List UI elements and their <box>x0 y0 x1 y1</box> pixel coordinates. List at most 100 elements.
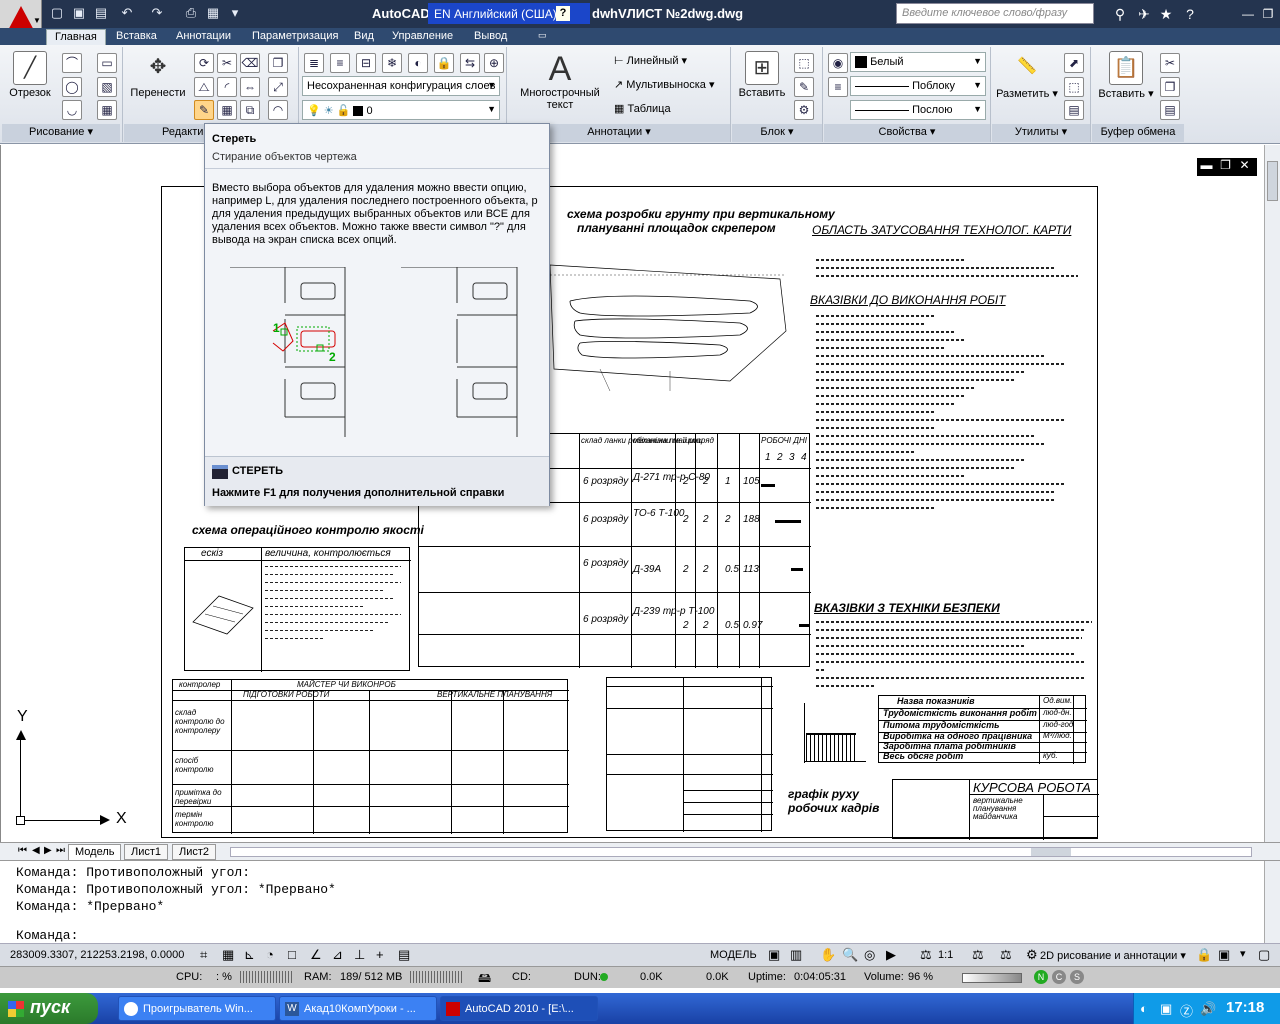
layer-properties-icon[interactable]: ≣ <box>304 53 324 73</box>
cut-icon[interactable]: ✂ <box>1160 53 1180 73</box>
communication-center-icon[interactable]: ✈ <box>1134 4 1154 24</box>
edit-block-icon[interactable]: ✎ <box>794 77 814 97</box>
rectangle-icon[interactable]: ▭ <box>97 53 117 73</box>
last-layout-icon[interactable]: ⏭ <box>56 845 65 856</box>
plot-icon[interactable]: ⎙ <box>182 4 200 22</box>
paste-button[interactable]: 📋 Вставить ▾ <box>1096 51 1156 100</box>
help-icon[interactable]: ? <box>1180 4 1200 24</box>
multiline-text-button[interactable]: A Многострочный текст <box>512 51 608 111</box>
multileader-button[interactable]: ↗ Мультивыноска ▾ <box>614 78 715 91</box>
workspace-dropdown[interactable]: 2D рисование и аннотации ▾ <box>1040 949 1186 962</box>
hardware-accel-icon[interactable]: ▣ <box>1218 947 1230 963</box>
insert-block-button[interactable]: ⊞ Вставить <box>734 51 790 99</box>
tab-view[interactable]: Вид <box>346 29 382 45</box>
block-panel-footer[interactable]: Блок ▾ <box>732 124 822 142</box>
first-layout-icon[interactable]: ⏮ <box>18 845 27 856</box>
select-all-icon[interactable]: ⬚ <box>1064 77 1084 97</box>
layer-state-icon[interactable]: ≡ <box>330 53 350 73</box>
tab-parametric[interactable]: Параметризация <box>244 29 346 45</box>
volume-slider[interactable] <box>962 973 1022 983</box>
offset-icon[interactable]: ⧉ <box>240 100 260 120</box>
layer-lock-icon[interactable]: 🔒 <box>434 53 454 73</box>
draw-panel-footer[interactable]: Рисование ▾ <box>2 124 120 142</box>
linear-dimension-button[interactable]: ⊢ Линейный ▾ <box>614 54 687 67</box>
minimize-icon[interactable]: — <box>1238 4 1258 24</box>
arc-icon[interactable]: ◡ <box>62 100 82 120</box>
customize-qat-icon[interactable]: ▾ <box>226 4 244 22</box>
rotate-icon[interactable]: ⟳ <box>194 53 214 73</box>
region-icon[interactable]: ▦ <box>97 100 117 120</box>
lock-ui-icon[interactable]: 🔒 <box>1196 947 1212 963</box>
calculator-icon[interactable]: ▤ <box>1064 100 1084 120</box>
quick-view-drawings-icon[interactable]: ▥ <box>790 947 802 963</box>
new-file-icon[interactable]: ▢ <box>48 4 66 22</box>
workspace-icon[interactable]: ⚙ <box>1026 947 1038 963</box>
layer-state-dropdown[interactable]: Несохраненная конфигурация слоев ▼ <box>302 76 500 96</box>
annotation-scale-icon[interactable]: ⚖ <box>920 947 932 963</box>
prev-layout-icon[interactable]: ◀ <box>32 845 40 856</box>
tab-output[interactable]: Вывод <box>466 29 515 45</box>
tab-model[interactable]: Модель <box>68 844 122 860</box>
layer-isolate-icon[interactable]: ⊟ <box>356 53 376 73</box>
line-button[interactable]: ╱ Отрезок <box>6 51 54 99</box>
annotation-scale[interactable]: 1:1 <box>938 949 953 961</box>
array-icon[interactable]: ▦ <box>217 100 237 120</box>
steering-wheel-icon[interactable]: ◎ <box>864 947 875 963</box>
scale-icon[interactable]: ⤢ <box>268 77 288 97</box>
showmotion-icon[interactable]: ▶ <box>886 947 896 963</box>
task-word[interactable]: W Акад10КомпУроки - ... <box>279 996 437 1021</box>
print-icon[interactable]: ▦ <box>204 4 222 22</box>
vertical-scrollbar[interactable] <box>1264 145 1280 842</box>
qp-icon[interactable]: ▤ <box>398 947 410 963</box>
restore-icon[interactable]: ❐ <box>1258 4 1278 24</box>
fillet-icon[interactable]: ◜ <box>217 77 237 97</box>
copy-icon[interactable]: ❐ <box>268 53 288 73</box>
create-block-icon[interactable]: ⬚ <box>794 53 814 73</box>
doc-minimize-icon[interactable]: ▬ <box>1197 158 1216 172</box>
quick-view-layouts-icon[interactable]: ▣ <box>768 947 780 963</box>
utilities-panel-footer[interactable]: Утилиты ▾ <box>992 124 1090 142</box>
task-media-player[interactable]: Проигрыватель Win... <box>118 996 276 1021</box>
edit-attributes-icon[interactable]: ⚙ <box>794 100 814 120</box>
grid-icon[interactable]: ▦ <box>222 947 234 963</box>
layer-off-icon[interactable]: ◐ <box>408 53 428 73</box>
ortho-icon[interactable]: ⊾ <box>244 947 255 963</box>
command-line[interactable]: Команда: Противоположный угол: Команда: … <box>0 860 1280 944</box>
clock[interactable]: 17:18 <box>1226 999 1264 1016</box>
polyline-icon[interactable]: ⌒ <box>62 53 82 73</box>
language-icon[interactable]: Ⓩ <box>1180 1001 1193 1020</box>
tab-home[interactable]: Главная <box>46 29 106 45</box>
search-input[interactable]: Введите ключевое слово/фразу <box>896 3 1094 24</box>
layer-walk-icon[interactable]: ⊕ <box>484 53 504 73</box>
osnap-icon[interactable]: □ <box>288 947 296 962</box>
layer-dropdown[interactable]: 💡 ☀ 🔓 0 ▼ <box>302 100 500 120</box>
zoom-icon[interactable]: 🔍 <box>842 947 858 963</box>
tab-sheet1[interactable]: Лист1 <box>124 844 169 860</box>
layer-match-icon[interactable]: ⇆ <box>460 53 480 73</box>
doc-close-icon[interactable]: ✕ <box>1235 158 1254 172</box>
erase-hover-icon[interactable]: ✎ <box>194 100 214 120</box>
lwt-icon[interactable]: + <box>376 947 384 962</box>
erase-icon[interactable]: ⌫ <box>240 53 260 73</box>
properties-panel-footer[interactable]: Свойства ▾ <box>824 124 990 142</box>
move-button[interactable]: ✥ Перенести <box>128 51 188 99</box>
open-file-icon[interactable]: ▣ <box>70 4 88 22</box>
task-autocad[interactable]: AutoCAD 2010 - [E:\... <box>440 996 598 1021</box>
layer-freeze-icon[interactable]: ❄ <box>382 53 402 73</box>
scroll-thumb[interactable] <box>1031 848 1071 856</box>
match-properties-icon[interactable]: ◉ <box>828 53 848 73</box>
horizontal-scrollbar[interactable] <box>230 847 1252 857</box>
table-button[interactable]: ▦ Таблица <box>614 102 671 115</box>
stretch-icon[interactable]: ⇔ <box>240 77 260 97</box>
pan-icon[interactable]: ✋ <box>820 947 836 963</box>
undo-icon[interactable]: ↶ <box>118 4 136 22</box>
display-icon[interactable]: ▣ <box>1160 1001 1172 1017</box>
polar-icon[interactable]: ◔ <box>266 947 274 962</box>
network-icon[interactable]: ◐ <box>1140 1001 1148 1016</box>
snap-icon[interactable]: ⌗ <box>200 947 207 963</box>
otrack-icon[interactable]: ∠ <box>310 947 322 963</box>
auto-scale-icon[interactable]: ⚖ <box>1000 947 1012 963</box>
tab-manage[interactable]: Управление <box>384 29 461 45</box>
lineweight-dropdown[interactable]: Послою ▼ <box>850 100 986 120</box>
save-icon[interactable]: ▤ <box>92 4 110 22</box>
